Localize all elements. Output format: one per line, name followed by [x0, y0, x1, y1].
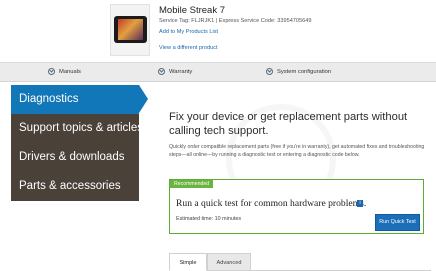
- nav-system-configuration-label: System configuration: [277, 68, 332, 75]
- product-name: Mobile Streak 7: [159, 5, 226, 16]
- product-nav-bar: Manuals Warranty System configuration: [0, 62, 436, 82]
- add-to-products-link[interactable]: Add to My Products List: [159, 29, 218, 35]
- product-thumbnail: [110, 4, 150, 56]
- chevron-down-icon: [158, 68, 165, 75]
- product-header: Mobile Streak 7 Service Tag: FLJRJK1 | E…: [0, 0, 436, 62]
- chevron-down-icon: [266, 68, 273, 75]
- estimated-time: Estimated time: 10 minutes: [176, 216, 242, 222]
- recommended-panel: Recommended Run a quick test for common …: [169, 179, 424, 234]
- info-icon[interactable]: i: [357, 200, 363, 207]
- service-tag-line: Service Tag: FLJRJK1 | Express Service C…: [159, 18, 312, 24]
- nav-manuals-label: Manuals: [59, 68, 81, 75]
- page-description: Quickly order compatible replacement par…: [169, 144, 425, 158]
- sidebar-menu: Diagnostics Support topics & articles Dr…: [11, 85, 148, 201]
- run-quick-test-button[interactable]: Run Quick Test: [375, 214, 420, 231]
- sidebar-item-diagnostics[interactable]: Diagnostics: [11, 85, 148, 114]
- chevron-down-icon: [48, 68, 55, 75]
- sidebar-item-drivers[interactable]: Drivers & downloads: [11, 143, 139, 172]
- nav-system-configuration[interactable]: System configuration: [266, 68, 331, 75]
- tab-simple[interactable]: Simple: [169, 253, 207, 271]
- recommended-badge: Recommended: [170, 180, 214, 188]
- nav-warranty[interactable]: Warranty: [158, 68, 192, 75]
- sidebar-item-support-topics[interactable]: Support topics & articles: [11, 114, 143, 143]
- view-different-product-link[interactable]: View a different product: [159, 45, 218, 51]
- test-mode-tabs: Simple Advanced: [169, 253, 431, 271]
- nav-manuals[interactable]: Manuals: [48, 68, 81, 75]
- page-title: Fix your device or get replacement parts…: [169, 111, 408, 137]
- quick-test-title: Run a quick test for common hardware pro…: [176, 198, 367, 209]
- tablet-image: [114, 16, 147, 43]
- tab-advanced[interactable]: Advanced: [207, 253, 251, 271]
- sidebar-item-parts[interactable]: Parts & accessories: [11, 172, 139, 201]
- nav-warranty-label: Warranty: [169, 68, 193, 75]
